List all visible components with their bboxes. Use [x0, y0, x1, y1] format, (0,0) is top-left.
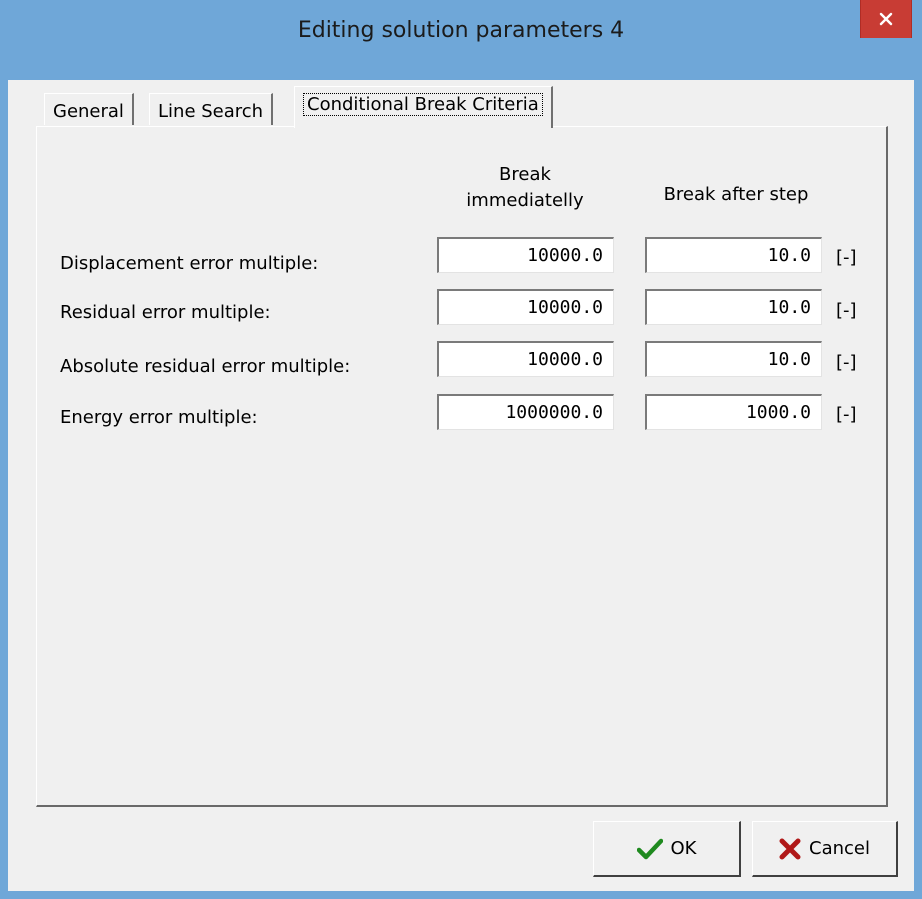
unit-label: [-] — [836, 300, 857, 321]
cancel-button-label: Cancel — [809, 838, 870, 859]
absolute-residual-break-immediately-field[interactable]: 10000.0 — [437, 341, 614, 377]
residual-break-after-step-field[interactable]: 10.0 — [645, 289, 822, 325]
tab-label: General — [53, 101, 124, 122]
window-frame — [0, 80, 8, 899]
tab-label: Conditional Break Criteria — [303, 93, 543, 116]
close-icon — [879, 12, 893, 26]
unit-label: [-] — [836, 247, 857, 268]
unit-label: [-] — [836, 352, 857, 373]
column-header-line: Break — [499, 164, 551, 185]
window-frame — [914, 80, 922, 899]
residual-break-immediately-field[interactable]: 10000.0 — [437, 289, 614, 325]
tab-line-search[interactable]: Line Search — [149, 93, 274, 125]
tab-general[interactable]: General — [44, 93, 134, 125]
energy-error-label: Energy error multiple: — [60, 407, 258, 428]
dialog-window: Editing solution parameters 4 General Li… — [0, 0, 922, 899]
energy-break-after-step-field[interactable]: 1000.0 — [645, 394, 822, 430]
residual-error-label: Residual error multiple: — [60, 302, 271, 323]
ok-button-label: OK — [670, 838, 697, 859]
checkmark-icon — [636, 838, 663, 859]
cancel-button[interactable]: Cancel — [752, 821, 898, 877]
column-header-break-after-step: Break after step — [663, 184, 809, 205]
column-header-break-immediately: Break immediatelly — [440, 162, 610, 214]
energy-break-immediately-field[interactable]: 1000000.0 — [437, 394, 614, 430]
x-mark-icon — [779, 838, 801, 859]
absolute-residual-error-label: Absolute residual error multiple: — [60, 356, 351, 377]
title-bar[interactable]: Editing solution parameters 4 — [0, 0, 922, 80]
displacement-break-immediately-field[interactable]: 10000.0 — [437, 237, 614, 273]
tab-panel — [36, 126, 888, 807]
close-button[interactable] — [860, 0, 912, 38]
column-header-line: immediatelly — [466, 190, 584, 211]
window-title: Editing solution parameters 4 — [297, 18, 625, 43]
absolute-residual-break-after-step-field[interactable]: 10.0 — [645, 341, 822, 377]
window-frame — [0, 891, 922, 899]
ok-button[interactable]: OK — [593, 821, 741, 877]
tab-conditional-break-criteria[interactable]: Conditional Break Criteria — [294, 86, 553, 128]
displacement-break-after-step-field[interactable]: 10.0 — [645, 237, 822, 273]
tab-label: Line Search — [158, 101, 264, 122]
displacement-error-label: Displacement error multiple: — [60, 253, 319, 274]
unit-label: [-] — [836, 404, 857, 425]
